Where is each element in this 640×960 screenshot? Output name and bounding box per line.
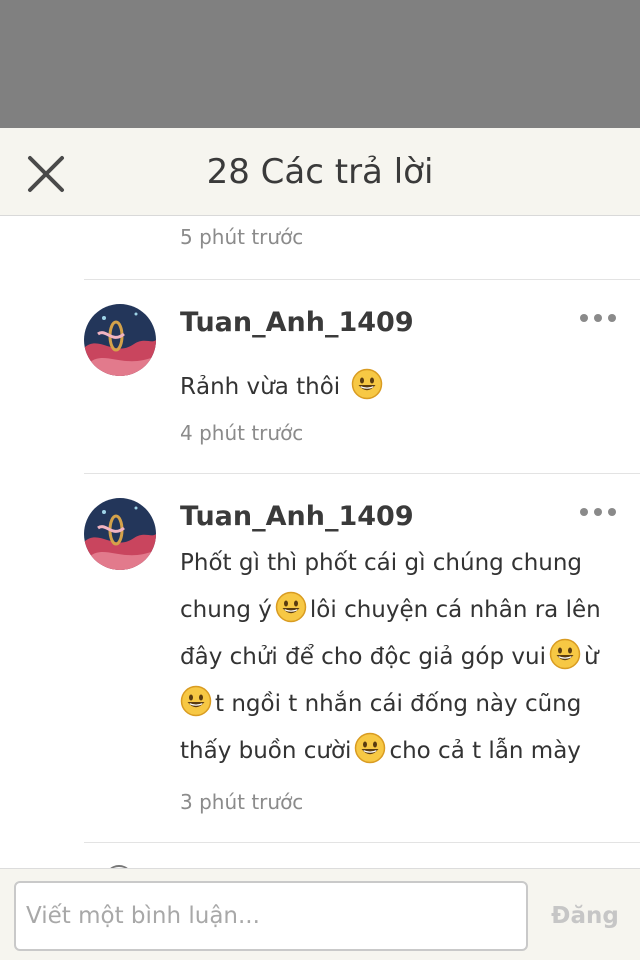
comment-composer: Đăng (0, 868, 640, 960)
comment-timestamp: 3 phút trước (180, 790, 304, 814)
comment-line: thấy buồn cười cho cả t lẫn mày (180, 728, 620, 775)
more-options-button[interactable] (578, 310, 618, 324)
username[interactable]: Tuan_Anh_1409 (180, 307, 414, 338)
comment-line: chung ý lôi chuyện cá nhân ra lên (180, 587, 620, 634)
replies-header: 28 Các trả lời (0, 128, 640, 216)
comment-text-segment: chung ý (180, 597, 272, 623)
comment-text-segment: thấy buồn cười (180, 738, 352, 764)
dimmed-overlay[interactable] (0, 0, 640, 128)
comment-text-segment: đây chửi để cho độc giả góp vui (180, 644, 546, 670)
comment-text-segment: ừ (583, 644, 599, 670)
avatar[interactable] (84, 498, 156, 570)
comment-text-segment: Rảnh vừa thôi (180, 374, 341, 400)
comment-timestamp: 5 phút trước (180, 225, 304, 249)
comment-line: đây chửi để cho độc giả góp vui ừ (180, 634, 620, 681)
replies-list[interactable]: 5 phút trước Tuan_Anh_1409 Rảnh vừa thôi (0, 217, 640, 868)
avatar[interactable] (84, 304, 156, 376)
comment-text: Phốt gì thì phốt cái gì chúng chung chun… (180, 540, 620, 775)
grinning-emoji-icon (275, 591, 307, 623)
comment-text-segment: t ngồi t nhắn cái đống này cũng (215, 691, 582, 717)
more-dots-icon (580, 508, 616, 516)
comment-text: Rảnh vừa thôi (180, 364, 620, 411)
more-dots-icon (580, 314, 616, 322)
divider (84, 842, 640, 843)
comment-text-segment: lôi chuyện cá nhân ra lên (309, 597, 601, 623)
grinning-emoji-icon (354, 732, 386, 764)
grinning-emoji-icon (180, 685, 212, 717)
more-options-button[interactable] (578, 504, 618, 518)
grinning-emoji-icon (549, 638, 581, 670)
list-item: Tuan_Anh_1409 Rảnh vừa thôi 4 phút trước (0, 280, 640, 473)
comment-timestamp: 4 phút trước (180, 421, 304, 445)
grinning-emoji-icon (351, 368, 383, 400)
post-button[interactable]: Đăng (540, 881, 630, 951)
username[interactable]: Tuan_Anh_1409 (180, 501, 414, 532)
page-title: 28 Các trả lời (206, 152, 434, 192)
comment-line: t ngồi t nhắn cái đống này cũng (180, 681, 620, 728)
comment-input[interactable] (14, 881, 528, 951)
list-item: Tuan_Anh_1409 Phốt gì thì phốt cái gì ch… (0, 474, 640, 842)
comment-text-segment: Phốt gì thì phốt cái gì chúng chung (180, 550, 583, 576)
comment-line: Phốt gì thì phốt cái gì chúng chung (180, 540, 620, 587)
comment-text-segment: cho cả t lẫn mày (389, 738, 581, 764)
